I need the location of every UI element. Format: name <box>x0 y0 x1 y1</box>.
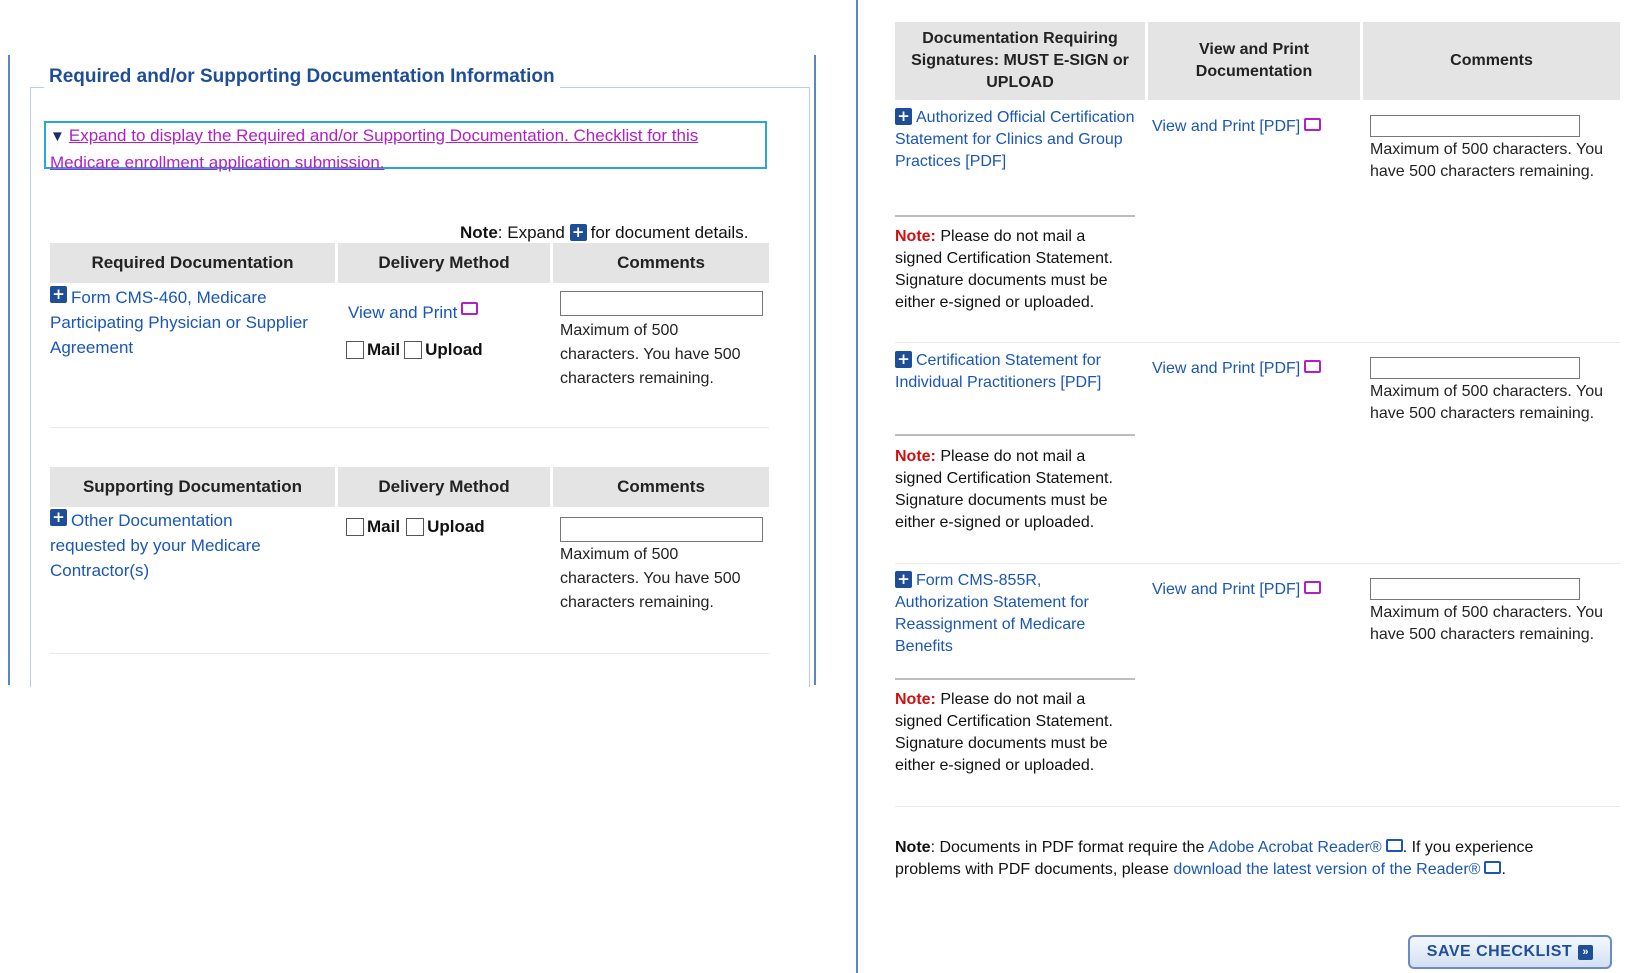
note-text: for document details. <box>590 223 749 242</box>
upload-checkbox[interactable] <box>404 341 423 359</box>
view-print-label[interactable]: View and Print [PDF] <box>1152 360 1300 377</box>
comments-input[interactable] <box>1370 115 1580 137</box>
signature-doc-row[interactable]: + Form CMS-855R, Authorization Statement … <box>895 570 1135 658</box>
arrow-right-icon: » <box>1578 944 1594 960</box>
new-window-icon <box>1304 118 1322 131</box>
form-cms-460-link[interactable]: Form CMS-460, Medicare Participating Phy… <box>50 288 308 357</box>
new-window-icon <box>1484 861 1502 874</box>
upload-checkbox[interactable] <box>406 518 425 536</box>
note-label: Note: <box>895 448 936 465</box>
fieldset-border <box>809 87 810 687</box>
adobe-reader-link[interactable]: Adobe Acrobat Reader® <box>1208 839 1382 856</box>
panel-divider <box>856 0 858 973</box>
upload-label: Upload <box>427 517 485 536</box>
comments-input[interactable] <box>1370 357 1580 379</box>
new-window-icon <box>1304 360 1322 373</box>
save-checklist-label: SAVE CHECKLIST <box>1426 943 1573 960</box>
comments-input[interactable] <box>1370 578 1580 600</box>
upload-label: Upload <box>425 340 483 359</box>
delivery-options: Mail Upload <box>344 340 483 360</box>
triangle-down-icon: ▼ <box>50 128 65 145</box>
note-label: Note <box>460 223 498 242</box>
authorized-official-cert-link[interactable]: Authorized Official Certification Statem… <box>895 109 1134 170</box>
comment-hint: Maximum of 500 characters. You have 500 … <box>560 322 741 387</box>
mail-label: Mail <box>367 340 401 359</box>
header-comments: Comments <box>1363 22 1620 100</box>
supporting-doc-row[interactable]: + Other Documentation requested by your M… <box>50 508 300 583</box>
expand-plus-icon[interactable]: + <box>895 351 912 368</box>
row-rule <box>895 434 1135 436</box>
note-text: . <box>1501 861 1506 878</box>
note-label: Note: <box>895 691 936 708</box>
new-window-icon <box>461 302 479 315</box>
section-title: Required and/or Supporting Documentation… <box>44 66 560 88</box>
required-doc-row[interactable]: + Form CMS-460, Medicare Participating Ph… <box>50 285 320 360</box>
note-text: : Expand <box>497 223 565 242</box>
signature-note: Note: Please do not mail a signed Certif… <box>895 446 1125 534</box>
individual-practitioners-cert-link[interactable]: Certification Statement for Individual P… <box>895 352 1101 391</box>
note-text: : Documents in PDF format require the <box>930 839 1209 856</box>
header-required-documentation: Required Documentation <box>50 243 335 283</box>
left-panel: Required and/or Supporting Documentation… <box>8 55 816 687</box>
view-print-pdf-link[interactable]: View and Print [PDF] <box>1152 579 1322 601</box>
row-divider <box>50 653 769 654</box>
header-delivery-method: Delivery Method <box>338 243 550 283</box>
comment-hint: Maximum of 500 characters. You have 500 … <box>1370 604 1604 643</box>
comment-hint: Maximum of 500 characters. You have 500 … <box>560 546 741 611</box>
comment-hint: Maximum of 500 characters. You have 500 … <box>1370 141 1604 180</box>
row-divider <box>50 427 769 428</box>
header-delivery-method: Delivery Method <box>338 467 550 507</box>
mail-label: Mail <box>367 517 401 536</box>
signature-doc-row[interactable]: + Authorized Official Certification State… <box>895 107 1135 173</box>
view-print-label[interactable]: View and Print [PDF] <box>1152 581 1300 598</box>
download-reader-link[interactable]: download the latest version of the Reade… <box>1173 861 1480 878</box>
view-and-print-link[interactable]: View and Print <box>348 300 479 325</box>
pdf-reader-note: Note: Documents in PDF format require th… <box>895 837 1595 881</box>
signature-doc-row[interactable]: + Certification Statement for Individual … <box>895 350 1135 394</box>
comments-input[interactable] <box>560 517 763 542</box>
signature-note: Note: Please do not mail a signed Certif… <box>895 689 1125 777</box>
expand-plus-icon[interactable]: + <box>50 286 67 303</box>
row-divider <box>895 806 1620 807</box>
note-label: Note <box>895 839 931 856</box>
view-print-label[interactable]: View and Print [PDF] <box>1152 118 1300 135</box>
row-rule <box>895 215 1135 217</box>
expand-plus-icon[interactable]: + <box>895 108 912 125</box>
expand-plus-icon[interactable]: + <box>50 509 67 526</box>
mail-checkbox[interactable] <box>346 518 364 536</box>
header-signature-docs: Documentation Requiring Signatures: MUST… <box>895 22 1145 100</box>
row-rule <box>895 678 1135 680</box>
expand-note: Note: Expand + for document details. <box>460 223 748 243</box>
signature-note: Note: Please do not mail a signed Certif… <box>895 226 1125 314</box>
form-cms-855r-link[interactable]: Form CMS-855R, Authorization Statement f… <box>895 572 1089 655</box>
expand-text: Expand to display the Required and/or Su… <box>50 126 699 172</box>
delivery-options: Mail Upload <box>344 517 485 537</box>
header-comments: Comments <box>553 467 769 507</box>
view-print-label[interactable]: View and Print <box>348 303 457 322</box>
row-divider <box>895 342 1620 343</box>
header-view-print: View and Print Documentation <box>1148 22 1360 100</box>
row-divider <box>895 563 1620 564</box>
comment-hint: Maximum of 500 characters. You have 500 … <box>1370 383 1604 422</box>
expand-plus-icon[interactable]: + <box>895 571 912 588</box>
other-documentation-link[interactable]: Other Documentation requested by your Me… <box>50 511 261 580</box>
view-print-pdf-link[interactable]: View and Print [PDF] <box>1152 358 1322 380</box>
new-window-icon <box>1304 581 1322 594</box>
expand-documentation-link[interactable]: ▼ Expand to display the Required and/or S… <box>44 121 767 172</box>
save-checklist-button[interactable]: SAVE CHECKLIST » <box>1408 935 1612 969</box>
comments-input[interactable] <box>560 291 763 316</box>
mail-checkbox[interactable] <box>346 341 364 359</box>
header-supporting-documentation: Supporting Documentation <box>50 467 335 507</box>
header-comments: Comments <box>553 243 769 283</box>
fieldset-border <box>30 87 31 687</box>
new-window-icon <box>1385 839 1403 852</box>
view-print-pdf-link[interactable]: View and Print [PDF] <box>1152 116 1322 138</box>
note-label: Note: <box>895 228 936 245</box>
plus-icon: + <box>569 224 587 241</box>
